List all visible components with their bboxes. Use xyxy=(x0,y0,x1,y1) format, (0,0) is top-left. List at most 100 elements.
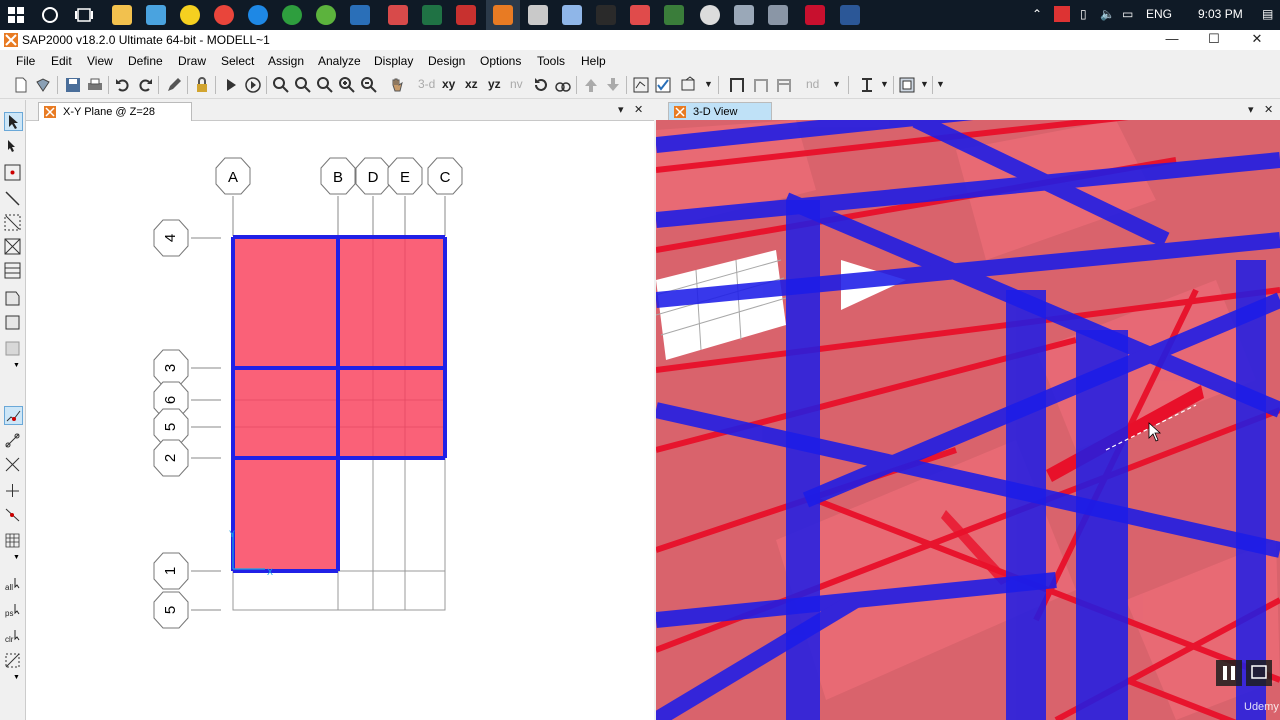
new-file-icon[interactable] xyxy=(12,76,30,94)
window-alt-icon[interactable] xyxy=(768,5,788,25)
draw-joint-icon[interactable] xyxy=(4,164,21,181)
excel-icon[interactable] xyxy=(422,5,442,25)
xy-plane-drawing[interactable]: X Y A B D E C 4 3 6 5 2 1 5 xyxy=(26,120,654,720)
view-yz-button[interactable]: yz xyxy=(488,77,501,91)
print-icon[interactable] xyxy=(86,76,104,94)
grid-bubble-1[interactable]: 1 xyxy=(153,552,189,590)
menu-view[interactable]: View xyxy=(87,54,113,68)
tab-xy-plane[interactable]: X-Y Plane @ Z=28 xyxy=(38,102,192,121)
desktop-icon[interactable] xyxy=(146,5,166,25)
sticky-notes-icon[interactable] xyxy=(180,5,200,25)
grid-bubble-5-lower[interactable]: 5 xyxy=(153,591,189,629)
intersecting-line-select-icon[interactable] xyxy=(4,652,21,669)
task-view-icon[interactable] xyxy=(75,6,93,24)
move-up-icon[interactable] xyxy=(582,76,600,94)
rotate-icon[interactable] xyxy=(532,76,550,94)
3d-view[interactable]: 3-D View ▾ ✕ Udemy xyxy=(656,100,1280,720)
menu-analyze[interactable]: Analyze xyxy=(318,54,361,68)
redo-icon[interactable] xyxy=(136,76,154,94)
undo-icon[interactable] xyxy=(114,76,132,94)
language-indicator[interactable]: ENG xyxy=(1146,7,1172,21)
grid-bubble-4[interactable]: 4 xyxy=(153,219,189,257)
draw-frame-icon[interactable] xyxy=(4,190,21,207)
word-icon[interactable] xyxy=(840,5,860,25)
snap-joints-icon[interactable] xyxy=(4,406,23,425)
view-xz-button[interactable]: xz xyxy=(465,77,478,91)
move-down-icon[interactable] xyxy=(604,76,622,94)
acrobat-icon[interactable] xyxy=(805,5,825,25)
lock-icon[interactable] xyxy=(193,76,211,94)
network-icon[interactable]: ▯ xyxy=(1080,7,1087,21)
section-i-icon[interactable] xyxy=(858,76,876,94)
windows-start-icon[interactable] xyxy=(8,7,24,23)
pan-hand-icon[interactable] xyxy=(388,76,406,94)
zoom-in-icon[interactable] xyxy=(338,76,356,94)
menu-help[interactable]: Help xyxy=(581,54,606,68)
chevron-down-icon[interactable]: ▼ xyxy=(936,79,945,89)
powerpoint-icon[interactable] xyxy=(630,5,650,25)
grid-bubble-b[interactable]: B xyxy=(320,157,356,195)
quick-draw-frame-icon[interactable] xyxy=(4,214,21,231)
frame-release-icon[interactable] xyxy=(752,76,770,94)
view-dropdown-button[interactable]: ▾ xyxy=(618,103,624,116)
menu-draw[interactable]: Draw xyxy=(178,54,206,68)
menu-file[interactable]: File xyxy=(16,54,35,68)
chrome-icon[interactable] xyxy=(214,5,234,25)
zoom-window-icon[interactable] xyxy=(272,76,290,94)
previous-select-icon[interactable]: ps xyxy=(4,602,21,619)
grid-bubble-d[interactable]: D xyxy=(355,157,391,195)
grid-bubble-2[interactable]: 2 xyxy=(153,439,189,477)
battery-icon[interactable]: ▭ xyxy=(1122,7,1133,21)
view-nv-button[interactable]: nv xyxy=(510,77,523,91)
sap-alt-icon[interactable] xyxy=(596,5,616,25)
green-app-icon[interactable] xyxy=(664,5,684,25)
zoom-out-icon[interactable] xyxy=(360,76,378,94)
select-all-icon[interactable]: all xyxy=(4,576,21,593)
menu-assign[interactable]: Assign xyxy=(268,54,304,68)
node-display-button[interactable]: nd xyxy=(806,77,819,91)
snap-perpendicular-icon[interactable] xyxy=(4,482,21,499)
xy-plane-view[interactable]: X-Y Plane @ Z=28 ▾ ✕ X Y A B D E C 4 3 6… xyxy=(26,100,654,720)
pointer-icon[interactable] xyxy=(4,112,23,131)
autocad-icon[interactable] xyxy=(456,5,476,25)
draw-rect-area-icon[interactable] xyxy=(4,314,21,331)
reshape-icon[interactable] xyxy=(4,138,21,155)
close-window-button[interactable]: ✕ xyxy=(1237,30,1277,50)
xbox-icon[interactable] xyxy=(282,5,302,25)
maxthon-icon[interactable] xyxy=(350,5,370,25)
minimize-button[interactable]: — xyxy=(1152,30,1192,50)
tab-3d-view[interactable]: 3-D View xyxy=(668,102,772,121)
cortana-icon[interactable] xyxy=(41,6,59,24)
view-3d-button[interactable]: 3-d xyxy=(418,77,435,91)
menu-display[interactable]: Display xyxy=(374,54,413,68)
snap-lines-icon[interactable] xyxy=(4,506,21,523)
paint-icon[interactable] xyxy=(528,5,548,25)
chevron-down-icon[interactable]: ▼ xyxy=(704,79,713,89)
draw-secondary-icon[interactable] xyxy=(4,262,21,279)
app-window-icon[interactable] xyxy=(734,5,754,25)
file-explorer-icon[interactable] xyxy=(112,5,132,25)
zoom-full-icon[interactable] xyxy=(316,76,334,94)
3d-model-rendering[interactable]: Udemy xyxy=(656,120,1280,720)
chevron-down-icon[interactable]: ▼ xyxy=(13,362,20,369)
notifications-icon[interactable]: ▤ xyxy=(1262,7,1273,21)
menu-define[interactable]: Define xyxy=(128,54,163,68)
snap-ends-icon[interactable] xyxy=(4,432,21,449)
menu-edit[interactable]: Edit xyxy=(51,54,72,68)
sap-tray-icon[interactable] xyxy=(1054,6,1070,22)
display-options-icon[interactable] xyxy=(680,76,698,94)
perspective-icon[interactable] xyxy=(554,76,572,94)
view-xy-button[interactable]: xy xyxy=(442,77,455,91)
grid-bubble-c[interactable]: C xyxy=(427,157,463,195)
draw-braces-icon[interactable] xyxy=(4,238,21,255)
sap2000-icon[interactable] xyxy=(493,5,513,25)
maximize-button[interactable]: ☐ xyxy=(1194,30,1234,50)
menu-select[interactable]: Select xyxy=(221,54,254,68)
chevron-down-icon[interactable]: ▼ xyxy=(13,554,20,561)
set-display-icon[interactable] xyxy=(632,76,650,94)
clear-select-icon[interactable]: clr xyxy=(4,628,21,645)
frame-icon[interactable] xyxy=(728,76,746,94)
run-step-icon[interactable] xyxy=(244,76,262,94)
check-icon[interactable] xyxy=(654,76,672,94)
frame-section-icon[interactable] xyxy=(775,76,793,94)
